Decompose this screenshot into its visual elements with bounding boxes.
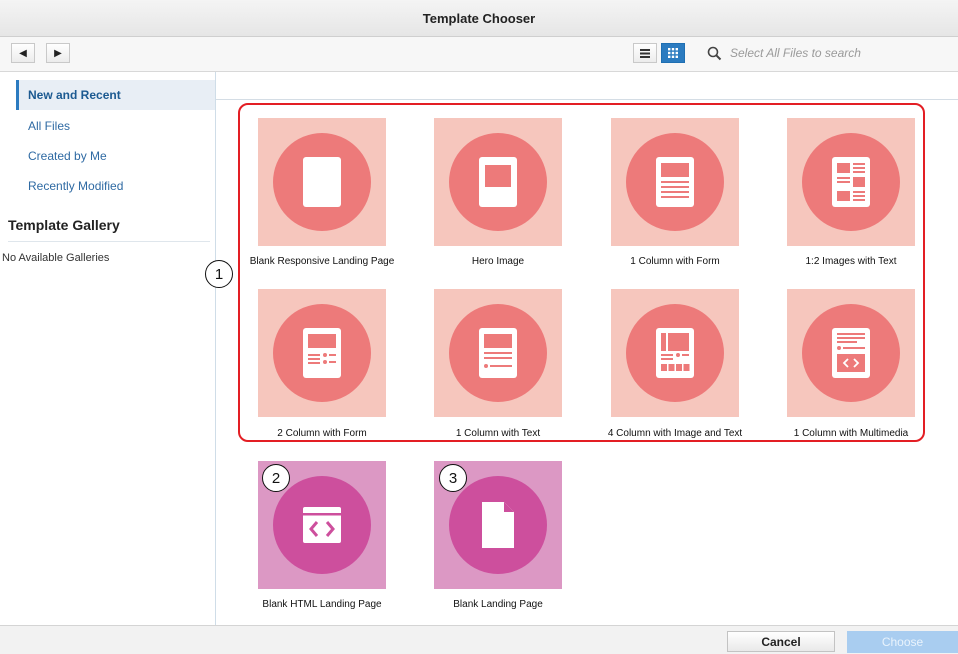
template-gallery-heading: Template Gallery (8, 217, 120, 233)
template-label: 1:2 Images with Text (805, 256, 897, 267)
sidebar-item-recently-modified[interactable]: Recently Modified (16, 171, 215, 201)
window-title: Template Chooser (0, 0, 958, 37)
template-tile-images-with-text[interactable] (787, 118, 915, 246)
callout-marker-3: 3 (439, 464, 467, 492)
callout-marker-1: 1 (205, 260, 233, 288)
list-view-button[interactable] (633, 43, 657, 63)
sidebar-item-all-files[interactable]: All Files (16, 111, 215, 141)
two-column-form-icon (303, 328, 341, 378)
grid-view-button[interactable] (661, 43, 685, 63)
search-icon (707, 46, 722, 61)
template-tile-2-column-form[interactable] (258, 289, 386, 417)
forward-arrow-icon: ▶ (54, 47, 62, 59)
template-tile-blank-responsive[interactable] (258, 118, 386, 246)
template-label: 2 Column with Form (277, 428, 367, 439)
document-icon (482, 502, 514, 548)
sidebar-item-label: New and Recent (28, 88, 121, 102)
template-label: Hero Image (471, 256, 525, 267)
template-label: Blank HTML Landing Page (262, 599, 382, 610)
one-column-text-icon (479, 328, 517, 378)
sidebar-item-new-and-recent[interactable]: New and Recent (16, 80, 215, 110)
template-tile-1-column-form[interactable] (611, 118, 739, 246)
back-arrow-icon: ◀ (19, 47, 27, 59)
choose-button[interactable]: Choose (847, 631, 958, 653)
sidebar-item-label: Created by Me (28, 149, 107, 163)
template-label: 1 Column with Text (455, 428, 541, 439)
search-input[interactable] (726, 43, 956, 63)
template-label: 1 Column with Multimedia (793, 428, 909, 439)
sidebar-item-label: All Files (28, 119, 71, 133)
dialog-footer: Cancel Choose (0, 625, 958, 654)
list-view-icon (640, 48, 650, 58)
grid-view-icon (668, 48, 678, 58)
content-header (216, 72, 958, 100)
sidebar-item-label: Recently Modified (28, 179, 124, 193)
hero-image-icon (479, 157, 517, 207)
html-code-icon (303, 507, 341, 543)
blank-page-icon (303, 157, 341, 207)
four-column-icon (656, 328, 694, 378)
callout-marker-2: 2 (262, 464, 290, 492)
template-tile-4-column[interactable] (611, 289, 739, 417)
template-label: 4 Column with Image and Text (607, 428, 743, 439)
images-with-text-icon (832, 157, 870, 207)
sidebar-item-created-by-me[interactable]: Created by Me (16, 141, 215, 171)
template-label: Blank Responsive Landing Page (249, 256, 395, 267)
divider (8, 241, 210, 242)
gallery-empty-message: No Available Galleries (2, 252, 110, 264)
template-tile-1-column-text[interactable] (434, 289, 562, 417)
back-button[interactable]: ◀ (11, 43, 35, 63)
cancel-button[interactable]: Cancel (727, 631, 835, 652)
forward-button[interactable]: ▶ (46, 43, 70, 63)
sidebar: New and Recent All Files Created by Me R… (0, 72, 216, 625)
toolbar: ◀ ▶ (0, 37, 958, 72)
multimedia-icon (832, 328, 870, 378)
one-column-form-icon (656, 157, 694, 207)
template-label: Blank Landing Page (453, 599, 543, 610)
template-label: 1 Column with Form (630, 256, 720, 267)
template-tile-multimedia[interactable] (787, 289, 915, 417)
template-tile-hero-image[interactable] (434, 118, 562, 246)
